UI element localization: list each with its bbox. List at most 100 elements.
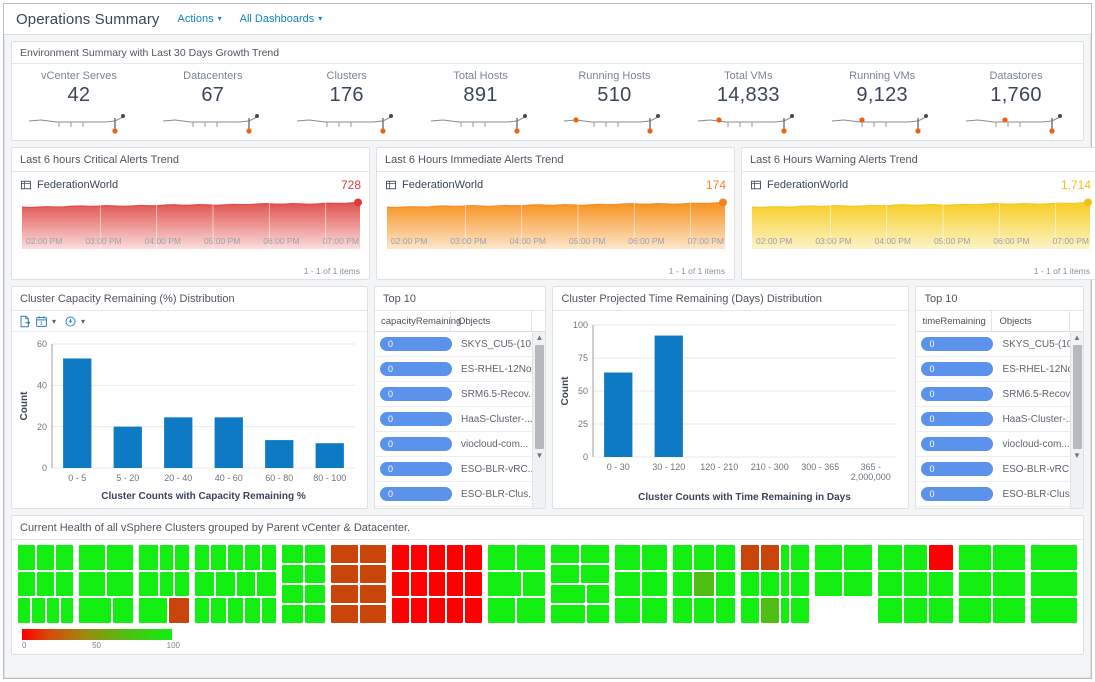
heatmap-tile[interactable] [760, 598, 779, 624]
heatmap-tile[interactable] [580, 545, 610, 563]
heatmap-tile[interactable] [814, 571, 843, 597]
heatmap-tile[interactable] [228, 598, 243, 624]
time-range-icon[interactable] [64, 315, 77, 328]
environment-metric[interactable]: Datastores 1,760 [949, 64, 1083, 141]
heatmap-tile[interactable] [780, 571, 790, 597]
heatmap-tile[interactable] [517, 545, 545, 570]
table-row[interactable]: 0 SKYS_CU5-(10... [916, 332, 1083, 357]
column-header-objects[interactable]: Objects [451, 310, 533, 332]
heatmap-tile[interactable] [79, 545, 105, 570]
heatmap-tile[interactable] [410, 598, 427, 624]
heatmap-tile[interactable] [194, 545, 210, 570]
heatmap-tile[interactable] [410, 571, 427, 597]
heatmap-tile[interactable] [37, 545, 55, 570]
table-row[interactable]: 0 ES-RHEL-12No... [916, 357, 1083, 382]
heatmap-tile[interactable] [877, 545, 902, 570]
heatmap-tile[interactable] [550, 565, 579, 583]
heatmap-tile[interactable] [844, 545, 872, 570]
heatmap-tile[interactable] [903, 545, 928, 570]
heatmap-tile[interactable] [282, 565, 303, 583]
heatmap-tile[interactable] [929, 598, 953, 624]
heatmap-tile[interactable] [523, 571, 545, 597]
heatmap-tile[interactable] [903, 598, 928, 624]
column-header-objects[interactable]: Objects [992, 310, 1070, 332]
heatmap-tile[interactable] [282, 585, 303, 603]
heatmap-tile[interactable] [244, 598, 260, 624]
heatmap-tile[interactable] [903, 571, 928, 597]
heatmap-tile[interactable] [194, 598, 210, 624]
scroll-down-icon[interactable]: ▼ [1073, 450, 1081, 462]
heatmap-tile[interactable] [159, 571, 174, 597]
list-scrollbar[interactable]: ▲ ▼ [532, 332, 546, 508]
heatmap-tile[interactable] [37, 571, 55, 597]
heatmap-tile[interactable] [304, 545, 326, 563]
heatmap-tile[interactable] [60, 598, 74, 624]
heatmap-tile[interactable] [791, 598, 809, 624]
export-icon[interactable] [19, 315, 32, 328]
heatmap-tile[interactable] [487, 598, 515, 624]
heatmap-tile[interactable] [958, 571, 991, 597]
heatmap-tile[interactable] [18, 545, 36, 570]
heatmap-tile[interactable] [992, 545, 1025, 570]
heatmap-tile[interactable] [56, 545, 74, 570]
heatmap-tile[interactable] [741, 571, 759, 597]
environment-metric[interactable]: Datacenters 67 [146, 64, 280, 141]
heatmap-tile[interactable] [517, 598, 545, 624]
heatmap-tile[interactable] [615, 571, 641, 597]
heatmap-tile[interactable] [642, 598, 667, 624]
heatmap-tile[interactable] [428, 598, 446, 624]
heatmap-tile[interactable] [175, 571, 189, 597]
heatmap-tile[interactable] [428, 545, 446, 570]
heatmap-tile[interactable] [958, 545, 991, 570]
scrollbar-thumb[interactable] [534, 345, 544, 449]
heatmap-tile[interactable] [282, 545, 303, 563]
heatmap-tile[interactable] [587, 605, 610, 623]
heatmap-tile[interactable] [138, 598, 167, 624]
scrollbar-thumb[interactable] [1072, 345, 1082, 449]
alert-trend-object[interactable]: FederationWorld [20, 179, 118, 191]
heatmap-tile[interactable] [79, 598, 111, 624]
heatmap-tile[interactable] [228, 545, 243, 570]
heatmap-tile[interactable] [175, 545, 189, 570]
scroll-down-icon[interactable]: ▼ [535, 450, 543, 462]
heatmap-tile[interactable] [56, 571, 74, 597]
table-row[interactable]: 0 ESO-BLR-vRC... [916, 457, 1083, 482]
column-header-metric[interactable]: timeRemaining [916, 310, 993, 332]
table-row[interactable]: 0 viocloud-com... [916, 432, 1083, 457]
bar[interactable] [63, 358, 92, 468]
actions-menu[interactable]: Actions ▾ [178, 13, 222, 25]
heatmap-tile[interactable] [791, 545, 809, 570]
heatmap-tile[interactable] [672, 598, 693, 624]
heatmap-tile[interactable] [244, 545, 260, 570]
heatmap-tile[interactable] [112, 598, 133, 624]
heatmap-tile[interactable] [392, 571, 409, 597]
heatmap-tile[interactable] [359, 565, 387, 583]
heatmap-tile[interactable] [261, 598, 277, 624]
heatmap-tile[interactable] [304, 585, 326, 603]
heatmap-tile[interactable] [715, 598, 736, 624]
bar[interactable] [604, 372, 633, 457]
heatmap-tile[interactable] [106, 571, 133, 597]
heatmap-tile[interactable] [194, 571, 214, 597]
date-range-icon[interactable]: 1 [35, 315, 48, 328]
heatmap-tile[interactable] [791, 571, 809, 597]
heatmap-tile[interactable] [257, 571, 277, 597]
heatmap-tile[interactable] [760, 571, 779, 597]
heatmap-tile[interactable] [929, 545, 953, 570]
heatmap-tile[interactable] [814, 545, 843, 570]
heatmap-tile[interactable] [359, 585, 387, 603]
table-row[interactable]: 0 ESO-BLR-vRC... [375, 457, 546, 482]
heatmap-tile[interactable] [465, 571, 482, 597]
heatmap-tile[interactable] [844, 571, 872, 597]
heatmap-tile[interactable] [392, 545, 409, 570]
heatmap-tile[interactable] [580, 565, 610, 583]
heatmap-tile[interactable] [1030, 571, 1077, 597]
heatmap-tile[interactable] [694, 571, 714, 597]
environment-metric[interactable]: Running Hosts 510 [548, 64, 682, 141]
heatmap-tile[interactable] [1030, 545, 1077, 570]
heatmap-tile[interactable] [331, 585, 358, 603]
heatmap-tile[interactable] [211, 545, 227, 570]
environment-metric[interactable]: Clusters 176 [280, 64, 414, 141]
bar[interactable] [265, 440, 294, 468]
table-row[interactable]: 0 ESO-BLR-Clus... [916, 482, 1083, 507]
